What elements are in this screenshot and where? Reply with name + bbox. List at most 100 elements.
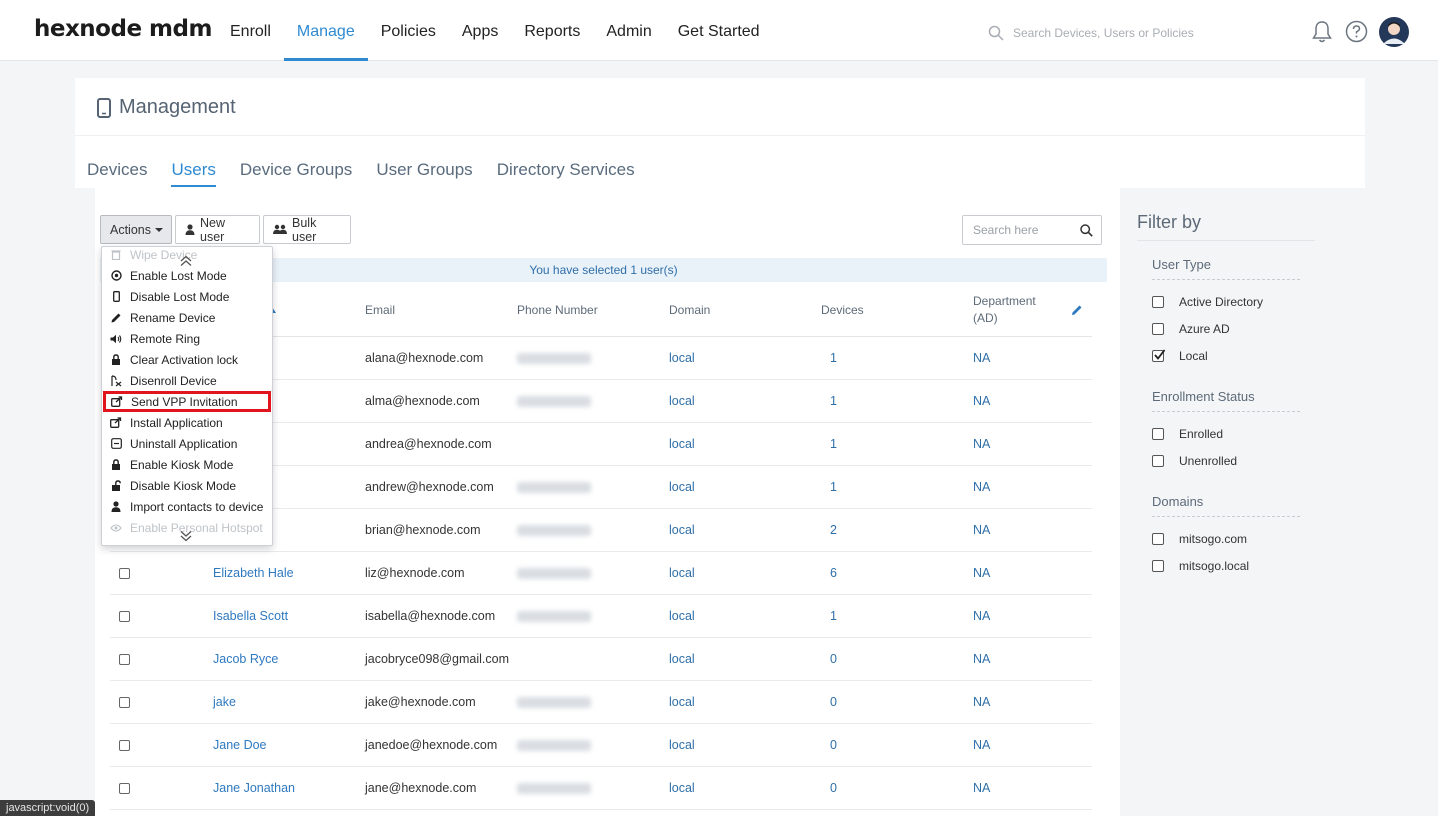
tab-user-groups[interactable]: User Groups: [376, 160, 472, 187]
table-row[interactable]: Jane Jonathan jane@hexnode.com local 0 NA: [110, 767, 1092, 810]
menu-item-disable-lost-mode[interactable]: Disable Lost Mode: [102, 286, 272, 307]
filter-option[interactable]: Enrolled: [1152, 427, 1223, 441]
hexnode-logo[interactable]: hexnode mdm: [34, 16, 212, 42]
row-checkbox[interactable]: [119, 697, 130, 708]
device-count[interactable]: 0: [830, 681, 837, 724]
tab-devices[interactable]: Devices: [87, 160, 147, 187]
table-row[interactable]: Jane Doe janedoe@hexnode.com local 0 NA: [110, 724, 1092, 767]
menu-item-disenroll-device[interactable]: Disenroll Device: [102, 370, 272, 391]
menu-item-send-vpp-invitation[interactable]: Send VPP Invitation: [103, 391, 271, 412]
sub-tabs: Devices Users Device Groups User Groups …: [87, 160, 659, 187]
filter-option[interactable]: mitsogo.com: [1152, 532, 1247, 546]
filter-option[interactable]: Active Directory: [1152, 295, 1263, 309]
phone-number-redacted: [517, 552, 591, 595]
pencil-icon[interactable]: [1071, 282, 1083, 337]
menu-item-clear-activation-lock[interactable]: Clear Activation lock: [102, 349, 272, 370]
checkbox[interactable]: [1152, 533, 1164, 545]
menu-item-disable-kiosk-mode[interactable]: Disable Kiosk Mode: [102, 475, 272, 496]
col-email[interactable]: Email: [365, 282, 395, 337]
menu-item-rename-device[interactable]: Rename Device: [102, 307, 272, 328]
checkbox[interactable]: [1152, 428, 1164, 440]
col-phone-number[interactable]: Phone Number: [517, 282, 598, 337]
device-count[interactable]: 1: [830, 380, 837, 423]
user-name-link[interactable]: Jane Jonathan: [213, 767, 295, 810]
scroll-down-icon[interactable]: [180, 530, 192, 542]
phone-number-redacted: [517, 767, 591, 810]
scroll-up-icon[interactable]: [180, 255, 192, 267]
device-count[interactable]: 0: [830, 638, 837, 681]
checkbox[interactable]: [1152, 296, 1164, 308]
new-user-button[interactable]: New user: [175, 215, 260, 244]
nav-reports[interactable]: Reports: [511, 0, 593, 61]
col-department[interactable]: Department (AD): [973, 282, 1036, 337]
avatar[interactable]: [1379, 17, 1409, 47]
menu-item-install-application[interactable]: Install Application: [102, 412, 272, 433]
device-count[interactable]: 6: [830, 552, 837, 595]
menu-item-import-contacts-to-device[interactable]: Import contacts to device: [102, 496, 272, 517]
device-count[interactable]: 1: [830, 595, 837, 638]
device-count[interactable]: 0: [830, 767, 837, 810]
nav-policies[interactable]: Policies: [368, 0, 449, 61]
user-name-link[interactable]: jake: [213, 681, 236, 724]
user-name-link[interactable]: Isabella Scott: [213, 595, 288, 638]
department: NA: [973, 351, 991, 365]
menu-item-label: Install Application: [130, 415, 223, 430]
table-row[interactable]: Isabella Scott isabella@hexnode.com local 1…: [110, 595, 1092, 638]
user-name-link[interactable]: Jacob Ryce: [213, 638, 278, 681]
bulk-user-button[interactable]: Bulk user: [263, 215, 351, 244]
mobile-device-icon: [97, 97, 111, 118]
menu-item-enable-kiosk-mode[interactable]: Enable Kiosk Mode: [102, 454, 272, 475]
menu-item-uninstall-application[interactable]: Uninstall Application: [102, 433, 272, 454]
col-domain[interactable]: Domain: [669, 282, 710, 337]
row-checkbox[interactable]: [119, 740, 130, 751]
page-title: Management: [97, 96, 236, 119]
device-count[interactable]: 1: [830, 466, 837, 509]
user-name-link[interactable]: Jane Doe: [213, 724, 267, 767]
menu-item-enable-lost-mode[interactable]: Enable Lost Mode: [102, 265, 272, 286]
filter-option[interactable]: mitsogo.local: [1152, 559, 1249, 573]
device-count[interactable]: 1: [830, 423, 837, 466]
table-row[interactable]: jake jake@hexnode.com local 0 NA: [110, 681, 1092, 724]
bell-icon[interactable]: [1311, 20, 1333, 44]
tab-device-groups[interactable]: Device Groups: [240, 160, 352, 187]
checkbox[interactable]: [1152, 455, 1164, 467]
table-row[interactable]: Jacob Ryce jacobryce098@gmail.com local 0 NA: [110, 638, 1092, 681]
phone-number-redacted: [517, 595, 591, 638]
row-checkbox[interactable]: [119, 783, 130, 794]
nav-admin[interactable]: Admin: [593, 0, 664, 61]
table-row[interactable]: Elizabeth Hale liz@hexnode.com local 6 NA: [110, 552, 1092, 595]
table-search-input[interactable]: [973, 223, 1073, 237]
nav-manage[interactable]: Manage: [283, 0, 368, 61]
row-checkbox[interactable]: [119, 611, 130, 622]
search-icon[interactable]: [1080, 224, 1093, 237]
menu-item-label: Disenroll Device: [130, 373, 217, 388]
global-search-input[interactable]: [1013, 26, 1243, 40]
device-count[interactable]: 0: [830, 724, 837, 767]
device-count[interactable]: 1: [830, 337, 837, 380]
row-checkbox[interactable]: [119, 654, 130, 665]
filter-option-label: Enrolled: [1179, 427, 1224, 441]
department: NA: [973, 695, 991, 709]
phone-number-redacted: [517, 724, 591, 767]
nav-enroll[interactable]: Enroll: [217, 0, 284, 61]
col-devices[interactable]: Devices: [821, 282, 864, 337]
actions-button[interactable]: Actions: [100, 215, 172, 244]
checkbox-checked[interactable]: [1152, 349, 1165, 362]
tab-users[interactable]: Users: [171, 160, 216, 187]
help-icon[interactable]: [1345, 20, 1368, 43]
user-name-link[interactable]: Elizabeth Hale: [213, 552, 294, 595]
user-domain: local: [669, 738, 695, 752]
tab-directory-services[interactable]: Directory Services: [497, 160, 635, 187]
nav-apps[interactable]: Apps: [449, 0, 511, 61]
filter-option[interactable]: Unenrolled: [1152, 454, 1237, 468]
filter-option[interactable]: Azure AD: [1152, 322, 1230, 336]
checkbox[interactable]: [1152, 560, 1164, 572]
filter-option[interactable]: Local: [1152, 349, 1208, 363]
divider: [1152, 279, 1300, 280]
row-checkbox[interactable]: [119, 568, 130, 579]
user-email: andrew@hexnode.com: [365, 480, 494, 494]
menu-item-remote-ring[interactable]: Remote Ring: [102, 328, 272, 349]
nav-get-started[interactable]: Get Started: [665, 0, 773, 61]
device-count[interactable]: 2: [830, 509, 837, 552]
checkbox[interactable]: [1152, 323, 1164, 335]
